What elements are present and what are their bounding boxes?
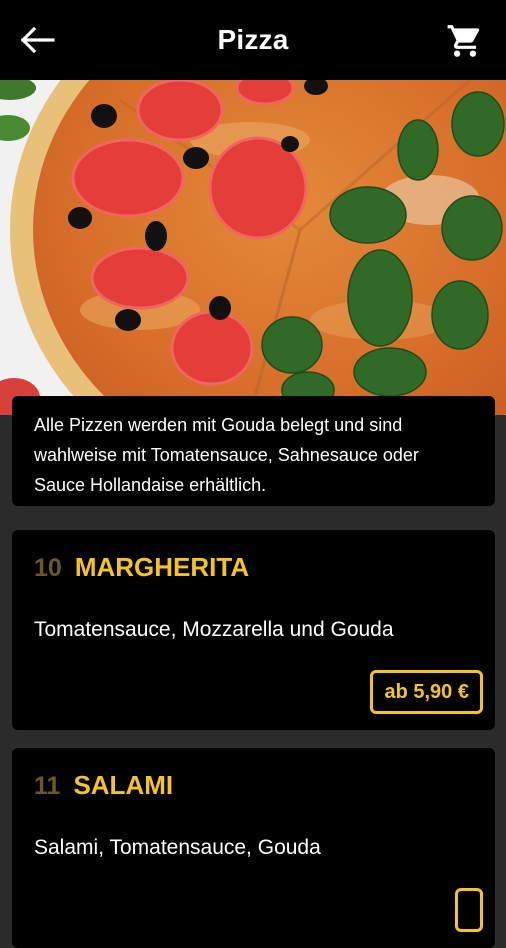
product-number: 10 [34, 554, 62, 582]
product-description: Salami, Tomatensauce, Gouda [34, 836, 321, 859]
product-card[interactable]: 11 SALAMI Salami, Tomatensauce, Gouda [12, 748, 495, 948]
back-button[interactable] [18, 22, 58, 58]
product-heading: 11 SALAMI [34, 770, 173, 801]
price-button[interactable] [455, 888, 483, 932]
info-text: Alle Pizzen werden mit Gouda belegt und … [12, 396, 495, 506]
cart-button[interactable] [444, 20, 486, 62]
product-description: Tomatensauce, Mozzarella und Gouda [34, 618, 394, 641]
cart-icon [447, 25, 480, 57]
pizza-photo [0, 80, 506, 415]
arrow-left-icon [21, 27, 55, 53]
product-card[interactable]: 10 MARGHERITA Tomatensauce, Mozzarella u… [12, 530, 495, 730]
product-name: MARGHERITA [74, 552, 250, 582]
product-name: SALAMI [73, 770, 174, 800]
page-title: Pizza [217, 24, 289, 55]
product-heading: 10 MARGHERITA [34, 552, 249, 583]
app-bar: Pizza [0, 0, 506, 80]
product-number: 11 [34, 772, 61, 800]
price-button[interactable]: ab 5,90 € [370, 670, 483, 714]
